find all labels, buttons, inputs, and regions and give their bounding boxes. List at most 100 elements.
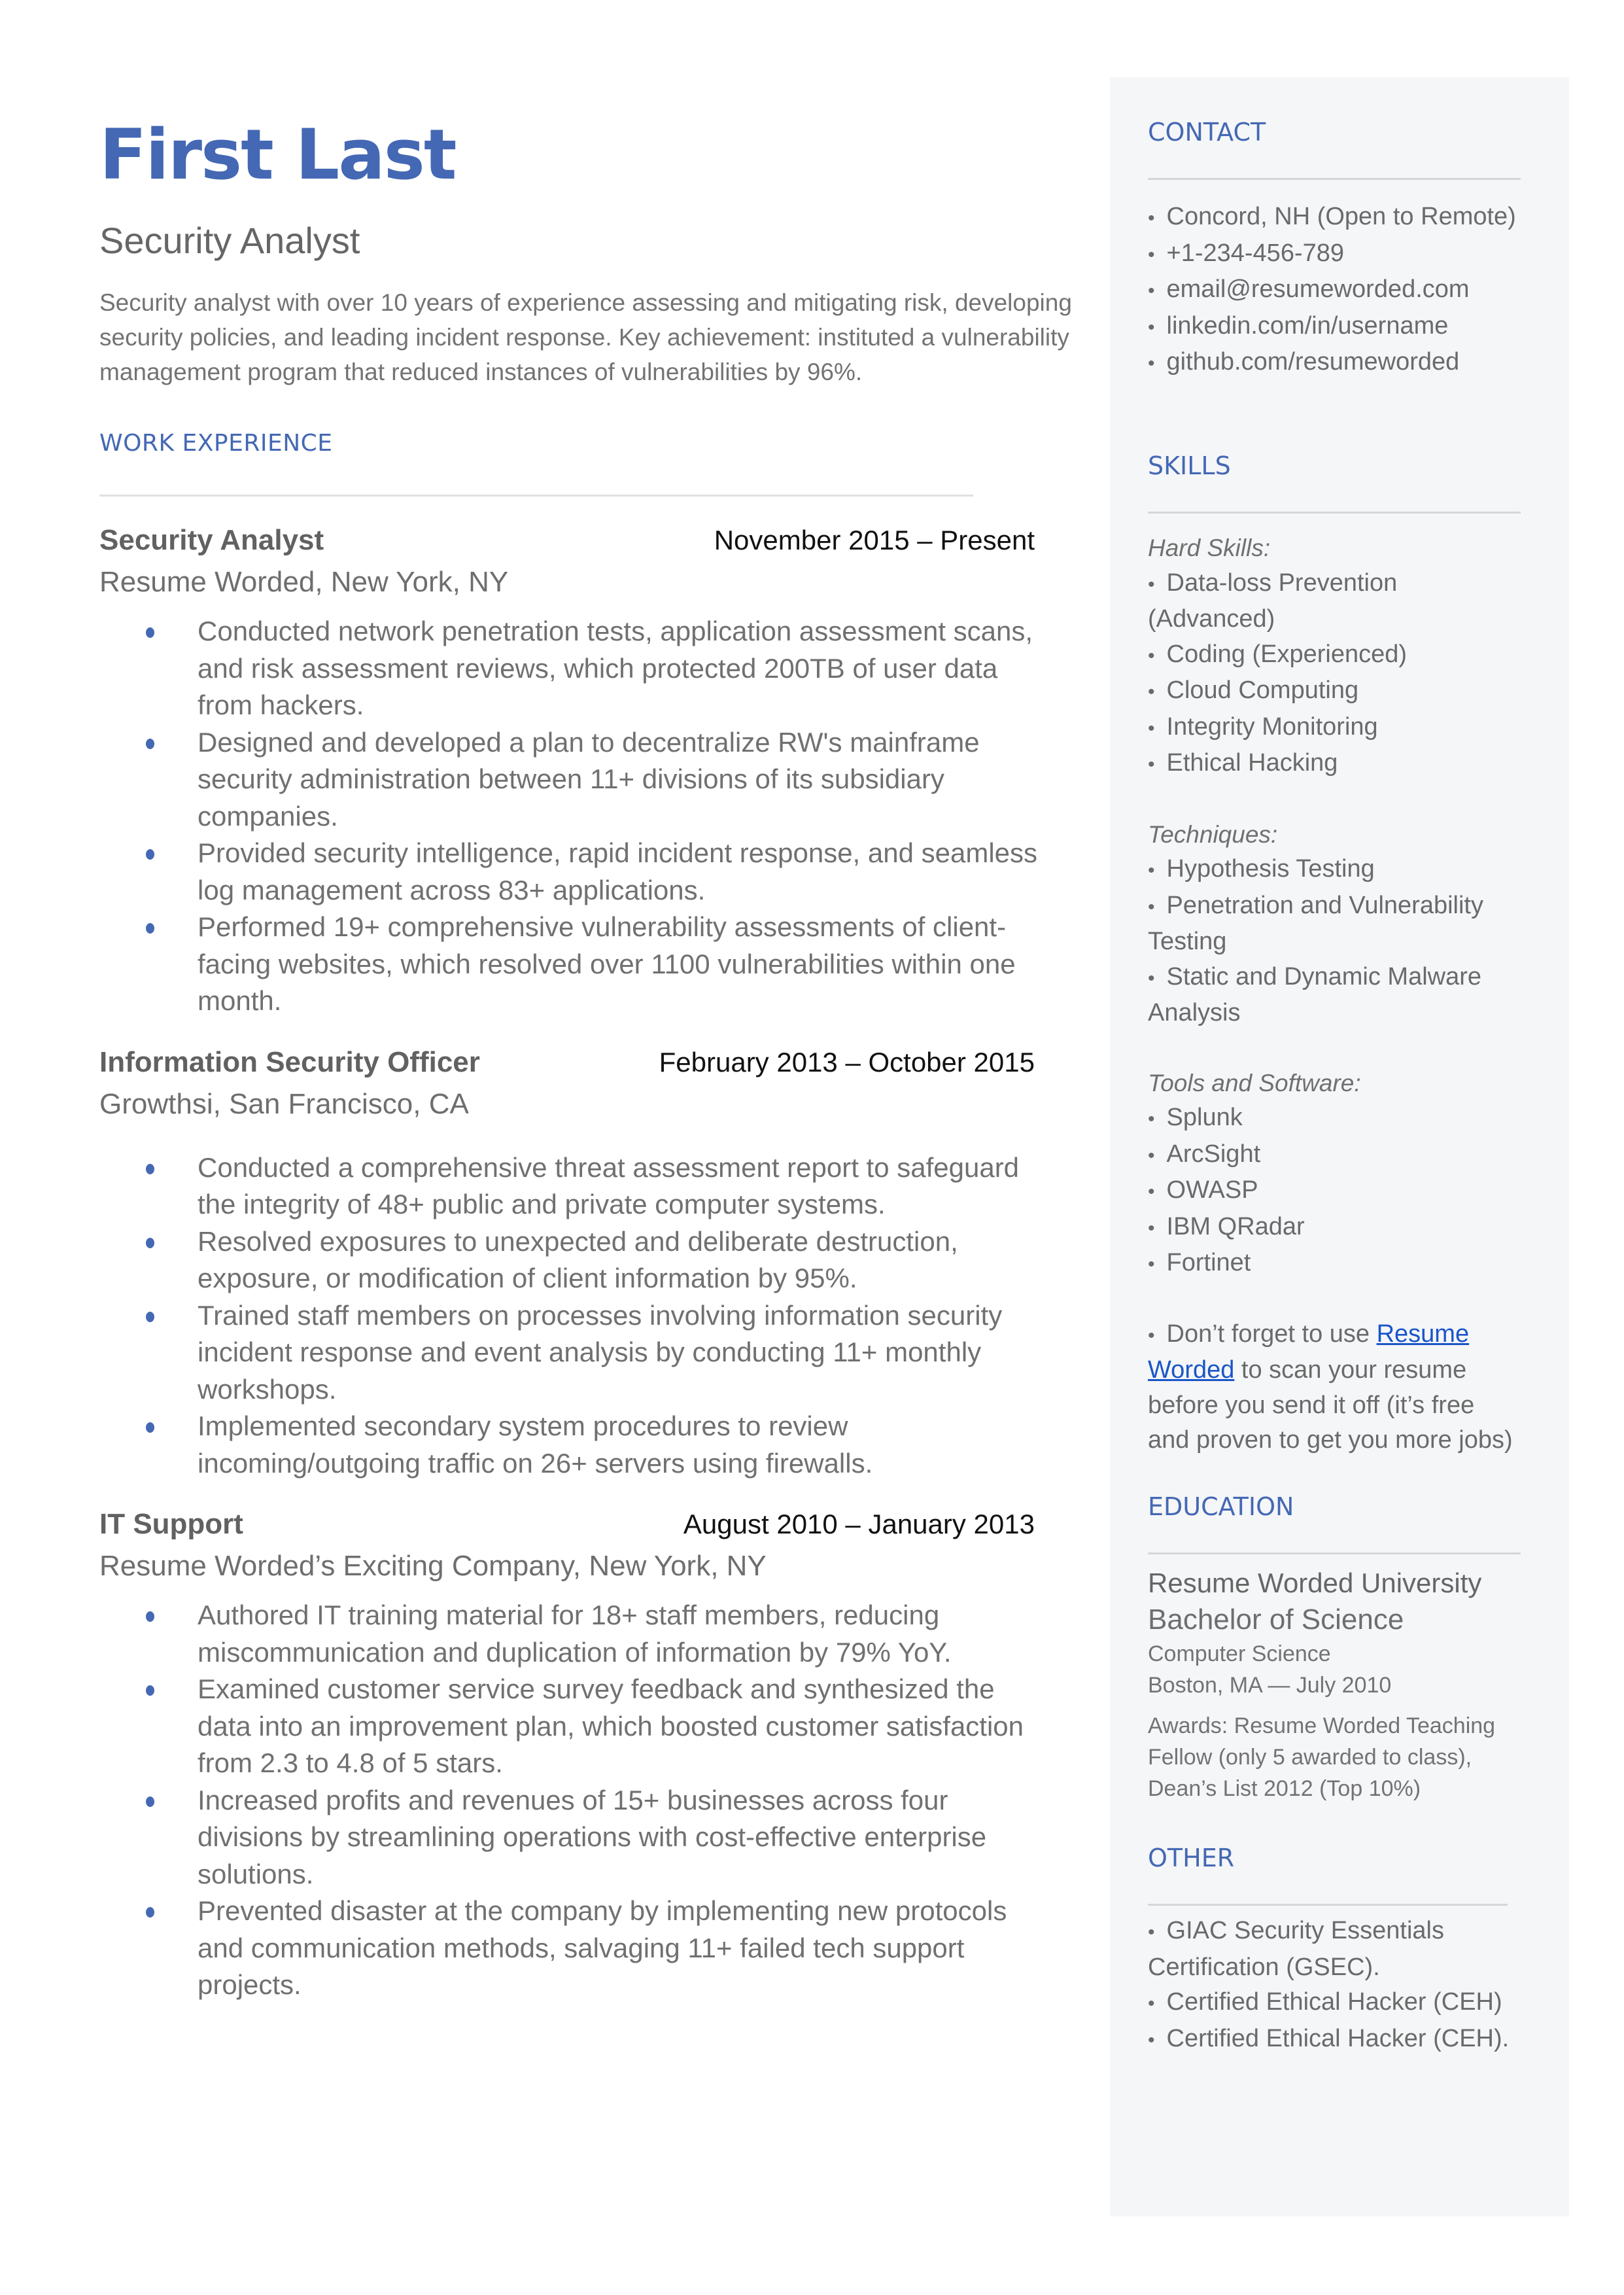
bullet-icon: • — [1148, 353, 1155, 374]
main-column: First Last Security Analyst Security ana… — [99, 111, 1072, 2004]
bullet-icon: • — [1148, 1108, 1155, 1130]
bullet-icon: • — [1148, 1217, 1155, 1239]
bullet-icon: • — [1148, 243, 1155, 266]
job-title: Information Security Officer — [99, 1045, 480, 1078]
contact-linkedin[interactable]: • linkedin.com/in/username — [1148, 309, 1521, 345]
bullet-icon: • — [1148, 280, 1155, 302]
bullet-icon: • — [1148, 644, 1155, 667]
candidate-name: First Last — [99, 114, 457, 195]
job-entry: Security Analyst November 2015 – Present… — [99, 524, 1037, 1020]
bullet-item: Prevented disaster at the company by imp… — [146, 1893, 1041, 2004]
tools-list: • Splunk • ArcSight • OWASP • IBM QRadar • Fo… — [1148, 1100, 1521, 1282]
bullet-item: Authored IT training material for 18+ st… — [146, 1597, 1041, 1671]
job-dates: August 2010 – January 2013 — [683, 1509, 1035, 1539]
bullet-item: Provided security intelligence, rapid in… — [146, 835, 1041, 909]
section-divider — [99, 495, 973, 497]
skill-item: • Cloud Computing — [1148, 676, 1359, 704]
section-divider — [1148, 512, 1521, 514]
education-degree: Bachelor of Science — [1148, 1603, 1404, 1636]
job-title: Security Analyst — [99, 524, 324, 556]
techniques-label: Techniques: — [1148, 820, 1278, 848]
contact-phone[interactable]: • +1-234-456-789 — [1148, 236, 1521, 273]
skill-item: • Integrity Monitoring — [1148, 712, 1378, 741]
tools-label: Tools and Software: — [1148, 1069, 1361, 1096]
bullet-icon: • — [1148, 1144, 1155, 1166]
bullet-icon: • — [1148, 896, 1155, 918]
bullet-icon: • — [1148, 717, 1155, 739]
hard-skills-label: Hard Skills: — [1148, 534, 1271, 561]
bullet-icon: • — [1148, 754, 1155, 775]
bullet-icon: • — [1148, 1993, 1155, 2014]
education-awards: Awards: Resume Worded Teaching Fellow (o… — [1148, 1713, 1496, 1801]
job-company: Resume Worded’s Exciting Company, New Yo… — [99, 1550, 767, 1582]
bullet-item: Increased profits and revenues of 15+ bu… — [146, 1782, 1041, 1893]
contact-list: • Concord, NH (Open to Remote) • +1-234-45… — [1148, 200, 1521, 381]
summary: Security analyst with over 10 years of e… — [99, 289, 1072, 385]
contact-heading: CONTACT — [1148, 118, 1266, 147]
skill-item: • Coding (Experienced) — [1148, 640, 1408, 668]
contact-github[interactable]: • github.com/resumeworded — [1148, 345, 1521, 381]
bullet-item: Designed and developed a plan to decentr… — [146, 724, 1041, 835]
bullet-icon: • — [1148, 1253, 1155, 1275]
education-section: EDUCATION Resume Worded University Bache… — [1148, 1492, 1521, 1804]
bullet-item: Examined customer service survey feedbac… — [146, 1671, 1041, 1782]
bullet-icon: • — [1148, 860, 1155, 881]
education-heading: EDUCATION — [1148, 1492, 1294, 1521]
bullet-item: Conducted network penetration tests, app… — [146, 613, 1041, 724]
bullet-icon: • — [1148, 207, 1155, 229]
education-school: Resume Worded University — [1148, 1568, 1482, 1598]
section-divider — [1148, 1552, 1521, 1554]
bullet-item: Performed 19+ comprehensive vulnerabilit… — [146, 909, 1041, 1020]
bullet-icon: • — [1148, 573, 1155, 595]
job-company: Growthsi, San Francisco, CA — [99, 1087, 469, 1120]
tip: • Don’t forget to use Resume Worded to sc… — [1148, 1317, 1521, 1458]
education-field: Computer Science — [1148, 1641, 1331, 1666]
candidate-role: Security Analyst — [99, 220, 360, 261]
hard-skills-list: • Data-loss Prevention (Advanced) • Coding… — [1148, 566, 1521, 782]
skill-item: • OWASP — [1148, 1176, 1258, 1204]
other-heading: OTHER — [1148, 1844, 1235, 1872]
skills-section: SKILLS Hard Skills: • Data-loss Preventio… — [1148, 451, 1521, 1458]
tip-text: • Don’t forget to use Resume Worded to sc… — [1148, 1320, 1513, 1454]
sidebar: CONTACT • Concord, NH (Open to Remote) • +… — [1110, 77, 1569, 2216]
bullet-item: Conducted a comprehensive threat assessm… — [146, 1149, 1041, 1223]
bullet-icon: • — [1148, 1324, 1155, 1346]
techniques-list: • Hypothesis Testing • Penetration and Vul… — [1148, 852, 1521, 1031]
job-bullets: Conducted a comprehensive threat assessm… — [99, 1149, 1035, 1482]
job-entry: IT Support August 2010 – January 2013 Re… — [99, 1508, 1035, 2004]
contact-location: • Concord, NH (Open to Remote) — [1148, 203, 1516, 230]
section-divider — [1148, 1904, 1508, 1906]
bullet-icon: • — [1148, 1181, 1155, 1202]
job-entry: Information Security Officer February 20… — [99, 1046, 1035, 1482]
skill-item: • Ethical Hacking — [1148, 749, 1338, 777]
other-item: • Certified Ethical Hacker (CEH). — [1148, 2024, 1510, 2052]
skill-item: • Data-loss Prevention (Advanced) — [1148, 569, 1398, 633]
skills-heading: SKILLS — [1148, 451, 1231, 480]
skill-item: • Splunk — [1148, 1104, 1243, 1131]
job-bullets: Conducted network penetration tests, app… — [99, 613, 1037, 1020]
bullet-icon: • — [1148, 316, 1155, 338]
bullet-icon: • — [1148, 681, 1155, 703]
skill-item: • Fortinet — [1148, 1249, 1251, 1276]
bullet-item: Trained staff members on processes invol… — [146, 1297, 1041, 1409]
other-section: OTHER • GIAC Security Essentials Certific… — [1148, 1844, 1521, 2058]
section-divider — [1148, 178, 1521, 180]
other-item: • Certified Ethical Hacker (CEH) — [1148, 1988, 1502, 2016]
contact-email[interactable]: • email@resumeworded.com — [1148, 272, 1521, 309]
contact-section: CONTACT • Concord, NH (Open to Remote) • +… — [1148, 118, 1521, 381]
skill-item: • Static and Dynamic Malware Analysis — [1148, 962, 1482, 1027]
skill-item: • Penetration and Vulnerability Testing — [1148, 891, 1483, 956]
other-list: • GIAC Security Essentials Certification … — [1148, 1914, 1521, 2058]
job-dates: November 2015 – Present — [714, 525, 1035, 555]
education-location-date: Boston, MA — July 2010 — [1148, 1673, 1392, 1698]
job-title: IT Support — [99, 1508, 243, 1540]
skill-item: • ArcSight — [1148, 1140, 1261, 1168]
bullet-icon: • — [1148, 967, 1155, 989]
job-dates: February 2013 – October 2015 — [659, 1046, 1035, 1077]
bullet-icon: • — [1148, 2029, 1155, 2051]
bullet-icon: • — [1148, 1921, 1155, 1943]
bullet-item: Implemented secondary system procedures … — [146, 1408, 1041, 1482]
job-company: Resume Worded, New York, NY — [99, 566, 509, 598]
work-experience-heading: WORK EXPERIENCE — [99, 430, 333, 457]
job-bullets: Authored IT training material for 18+ st… — [99, 1597, 1035, 2004]
